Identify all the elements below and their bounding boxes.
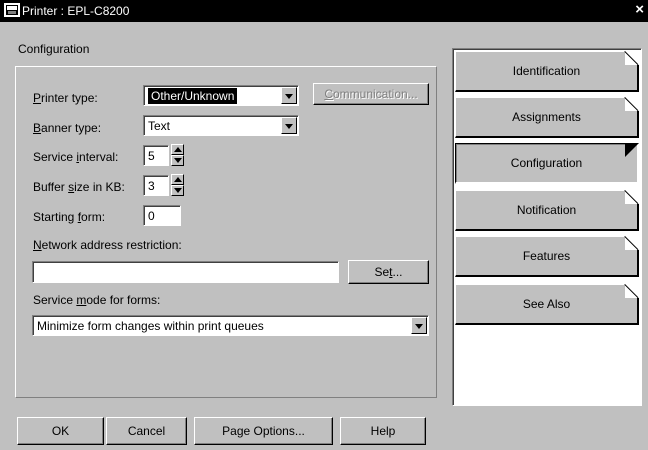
tab-notification[interactable]: Notification [455,190,639,231]
starting-form-label: Starting form: [33,210,106,224]
starting-form-input[interactable]: 0 [143,205,181,226]
page-corner-icon [625,190,639,204]
spin-up-icon[interactable] [171,144,184,155]
network-restriction-label: Network address restriction: [33,238,182,252]
page-options-button[interactable]: Page Options... [194,417,333,445]
tab-assignments[interactable]: Assignments [455,97,639,138]
buffer-size-value: 3 [148,179,155,193]
page-corner-icon [625,51,639,65]
tab-see-also[interactable]: See Also [455,284,639,325]
buffer-size-input[interactable]: 3 [143,175,169,196]
service-mode-value: Minimize form changes within print queue… [37,319,264,333]
title-bar[interactable]: Printer : EPL-C8200 × [0,0,648,22]
buffer-size-label: Buffer size in KB: [33,180,125,194]
service-mode-select[interactable]: Minimize form changes within print queue… [32,315,429,336]
tab-features[interactable]: Features [455,236,639,277]
ok-button[interactable]: OK [17,417,104,445]
service-interval-spinner[interactable] [171,144,184,166]
cancel-button[interactable]: Cancel [106,417,187,445]
printer-icon [4,3,20,17]
window-title: Printer : EPL-C8200 [22,4,130,18]
page-corner-icon [625,284,639,298]
chevron-down-icon[interactable] [281,87,297,104]
page-corner-icon [625,143,639,157]
printer-type-select[interactable]: Other/Unknown [143,85,299,106]
network-restriction-input[interactable] [32,261,339,283]
set-button[interactable]: Set... [348,260,429,284]
buffer-size-spinner[interactable] [171,174,184,196]
help-button[interactable]: Help [340,417,426,445]
chevron-down-icon[interactable] [281,117,297,134]
page-corner-icon [625,236,639,250]
printer-type-label: Printer type: [33,91,98,105]
service-mode-label: Service mode for forms: [33,293,161,307]
banner-type-select[interactable]: Text [143,115,299,136]
panel-title: Configuration [18,42,90,56]
page-corner-icon [625,97,639,111]
spin-down-icon[interactable] [171,185,184,196]
communication-button[interactable]: Communication... [313,83,429,105]
service-interval-input[interactable]: 5 [143,145,169,166]
banner-type-label: Banner type: [33,121,102,135]
chevron-down-icon[interactable] [411,317,427,334]
spin-down-icon[interactable] [171,155,184,166]
printer-type-value: Other/Unknown [148,88,238,104]
service-interval-label: Service interval: [33,150,119,164]
printer-dialog: Printer : EPL-C8200 × Configuration Prin… [0,0,648,450]
tab-identification[interactable]: Identification [455,51,639,92]
banner-type-value: Text [148,119,171,133]
spin-up-icon[interactable] [171,174,184,185]
close-icon[interactable]: × [635,1,644,19]
tab-configuration[interactable]: Configuration [455,143,639,184]
starting-form-value: 0 [148,209,155,223]
service-interval-value: 5 [148,149,155,163]
